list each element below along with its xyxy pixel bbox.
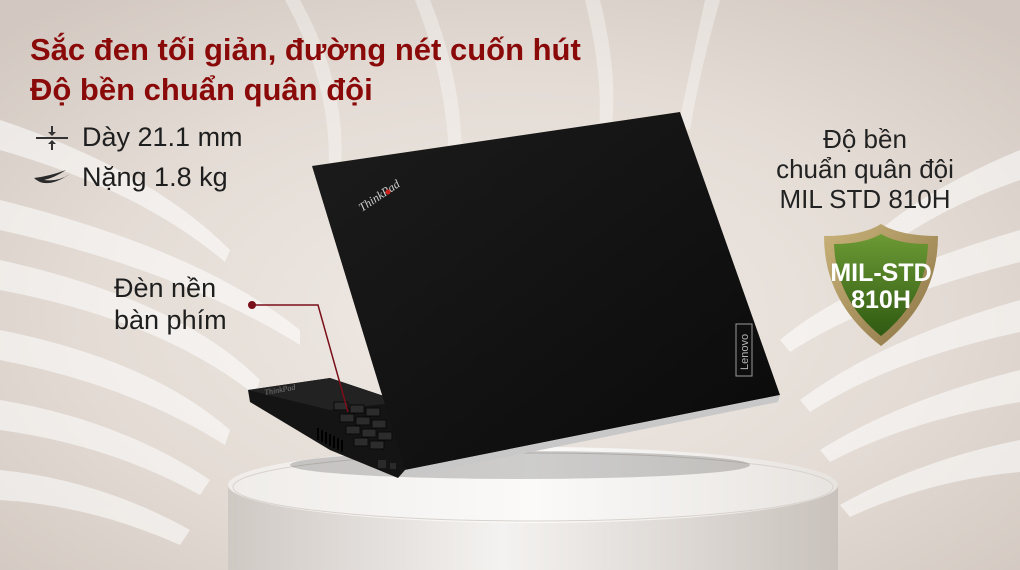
durability-line-3: MIL STD 810H xyxy=(779,184,951,214)
durability-line-1: Độ bền xyxy=(823,124,907,154)
badge-line-1: MIL-STD xyxy=(830,259,932,287)
badge-line-2: 810H xyxy=(851,286,911,314)
durability-line-2: chuẩn quân đội xyxy=(776,154,954,184)
mil-std-badge: MIL-STD 810H xyxy=(820,260,942,314)
durability-text: Độ bền chuẩn quân đội MIL STD 810H xyxy=(750,124,980,214)
